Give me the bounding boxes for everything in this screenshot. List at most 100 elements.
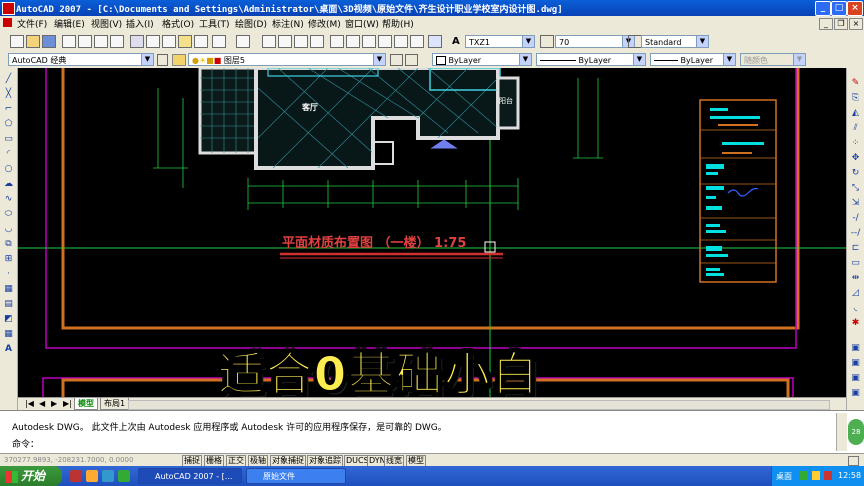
horizontal-scrollbar[interactable]: [128, 400, 830, 410]
help-icon[interactable]: [428, 35, 442, 48]
maximize-button[interactable]: □: [831, 1, 847, 16]
tab-nav-prev-icon[interactable]: ◀: [36, 398, 49, 409]
draworder-icon[interactable]: ▣: [850, 343, 861, 353]
layer-select[interactable]: ●☀■■ 图层5 ▼: [188, 53, 386, 66]
tool-palettes-icon[interactable]: [362, 35, 376, 48]
menu-file[interactable]: 文件(F): [17, 17, 47, 30]
menu-draw[interactable]: 绘图(D): [235, 17, 267, 30]
extend-icon[interactable]: --/: [850, 228, 861, 238]
clean-screen-icon[interactable]: [848, 456, 859, 466]
properties-icon[interactable]: [330, 35, 344, 48]
circle-icon[interactable]: ○: [3, 164, 14, 174]
menu-format[interactable]: 格式(O): [162, 17, 194, 30]
point-icon[interactable]: ·: [3, 269, 14, 279]
menu-view[interactable]: 视图(V): [91, 17, 122, 30]
stretch-icon[interactable]: ⇲: [850, 198, 861, 208]
menu-tools[interactable]: 工具(T): [199, 17, 230, 30]
tab-nav-last-icon[interactable]: ▶|: [60, 398, 75, 409]
desktop-toolbar-label[interactable]: 桌面: [776, 471, 792, 482]
taskbar-item-folder[interactable]: 原始文件: [246, 468, 346, 484]
mirror-icon[interactable]: ◭: [850, 108, 861, 118]
layer-tool-icon[interactable]: ▣: [850, 373, 861, 383]
open-icon[interactable]: [26, 35, 40, 48]
command-scrollbar[interactable]: [836, 413, 847, 451]
tab-layout1[interactable]: 布局1: [100, 398, 130, 410]
gradient-icon[interactable]: ▤: [3, 299, 14, 309]
make-current-layer-icon[interactable]: [390, 54, 403, 66]
break-icon[interactable]: ▭: [850, 258, 861, 268]
ellipse-arc-icon[interactable]: ◡: [3, 224, 14, 234]
tab-nav-first-icon[interactable]: |◀: [22, 398, 37, 409]
copy-object-icon[interactable]: ⎘: [850, 93, 861, 103]
join-icon[interactable]: ⇹: [850, 273, 861, 283]
tab-nav-next-icon[interactable]: ▶: [48, 398, 61, 409]
trim-icon[interactable]: -/: [850, 213, 861, 223]
menu-insert[interactable]: 插入(I): [126, 17, 154, 30]
preview-icon[interactable]: [78, 35, 92, 48]
multiline-text-icon[interactable]: A: [3, 344, 14, 354]
redo-icon[interactable]: [236, 35, 250, 48]
table-style-select[interactable]: Standard ▼: [641, 35, 709, 48]
properties-tool-icon[interactable]: ▣: [850, 388, 861, 398]
plotstyle-select[interactable]: 随颜色 ▼: [740, 53, 806, 66]
zoom-realtime-icon[interactable]: [278, 35, 292, 48]
dimension-icon[interactable]: ▣: [850, 358, 861, 368]
linetype-select[interactable]: ByLayer ▼: [536, 53, 646, 66]
break-at-point-icon[interactable]: ⊏: [850, 243, 861, 253]
revision-cloud-icon[interactable]: ☁: [3, 179, 14, 189]
quicklaunch-icon-3[interactable]: [102, 470, 114, 482]
floating-widget-icon[interactable]: 28: [848, 419, 864, 445]
tray-icon-volume[interactable]: [812, 471, 820, 480]
start-button[interactable]: 开始: [0, 466, 62, 486]
construction-line-icon[interactable]: ╳: [3, 89, 14, 99]
tray-icon-network[interactable]: [800, 471, 808, 480]
explode-icon[interactable]: ✱: [850, 318, 861, 328]
polygon-icon[interactable]: ⬠: [3, 119, 14, 129]
region-icon[interactable]: ◩: [3, 314, 14, 324]
make-block-icon[interactable]: ⊞: [3, 254, 14, 264]
insert-block-icon[interactable]: ⧉: [3, 239, 14, 249]
markup-icon[interactable]: [394, 35, 408, 48]
close-button[interactable]: ×: [847, 1, 863, 16]
array-icon[interactable]: ⁘: [850, 138, 861, 148]
cut-icon[interactable]: [130, 35, 144, 48]
text-style-select[interactable]: TXZ1 ▼: [465, 35, 535, 48]
tab-model[interactable]: 模型: [74, 398, 98, 410]
move-icon[interactable]: ✥: [850, 153, 861, 163]
table-icon[interactable]: ▦: [3, 329, 14, 339]
lineweight-select[interactable]: ByLayer ▼: [650, 53, 736, 66]
polyline-icon[interactable]: ⌐: [3, 104, 14, 114]
hatch-icon[interactable]: ▦: [3, 284, 14, 294]
zoom-previous-icon[interactable]: [310, 35, 324, 48]
quicklaunch-icon[interactable]: [70, 470, 82, 482]
chamfer-icon[interactable]: ◿: [850, 288, 861, 298]
menu-modify[interactable]: 修改(M): [308, 17, 341, 30]
color-select[interactable]: ByLayer ▼: [432, 53, 532, 66]
command-input[interactable]: [44, 435, 834, 447]
workspace-settings-icon[interactable]: [157, 54, 168, 66]
rotate-icon[interactable]: ↻: [850, 168, 861, 178]
menu-window[interactable]: 窗口(W): [345, 17, 379, 30]
autocad-app-icon[interactable]: [2, 2, 15, 15]
ellipse-icon[interactable]: ⬭: [3, 209, 14, 219]
quicklaunch-icon-2[interactable]: [86, 470, 98, 482]
fillet-icon[interactable]: ◟: [850, 303, 861, 313]
erase-icon[interactable]: ✎: [850, 78, 861, 88]
block-editor-icon[interactable]: [194, 35, 208, 48]
paste-icon[interactable]: [162, 35, 176, 48]
doc-restore-button[interactable]: ❐: [834, 18, 848, 30]
match-properties-icon[interactable]: [178, 35, 192, 48]
design-center-icon[interactable]: [346, 35, 360, 48]
offset-icon[interactable]: ⫽: [850, 123, 861, 133]
dim-style-select[interactable]: 70 ▼: [555, 35, 635, 48]
tray-icon-security[interactable]: [824, 471, 832, 480]
copy-icon[interactable]: [146, 35, 160, 48]
layer-manager-icon[interactable]: [172, 54, 186, 66]
spline-icon[interactable]: ∿: [3, 194, 14, 204]
doc-minimize-button[interactable]: _: [819, 18, 833, 30]
menu-edit[interactable]: 编辑(E): [54, 17, 85, 30]
scale-icon[interactable]: ⤡: [850, 183, 861, 193]
qnew-icon[interactable]: [10, 35, 24, 48]
3d-dwf-icon[interactable]: [110, 35, 124, 48]
arc-icon[interactable]: ◜: [3, 149, 14, 159]
